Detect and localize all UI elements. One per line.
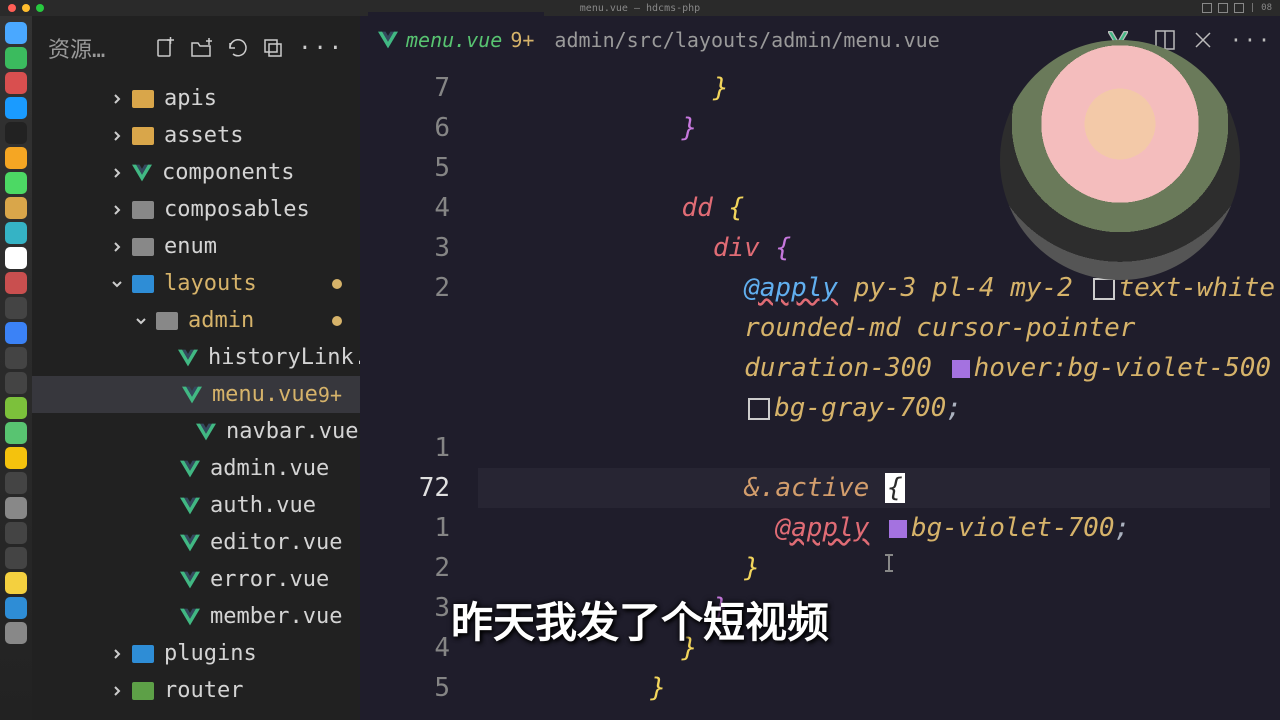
dock-app-icon[interactable] <box>5 397 27 419</box>
dock-app-icon[interactable] <box>5 197 27 219</box>
new-folder-icon[interactable] <box>190 37 212 59</box>
folder-icon <box>132 238 154 256</box>
tree-item-components[interactable]: components <box>32 154 360 191</box>
tree-item-label: router <box>164 678 243 703</box>
tree-item-label: assets <box>164 123 243 148</box>
dock-app-icon[interactable] <box>5 147 27 169</box>
dock-app-icon[interactable] <box>5 347 27 369</box>
chevron-right-icon[interactable] <box>108 90 126 108</box>
dock-app-icon[interactable] <box>5 497 27 519</box>
tree-item-label: components <box>162 160 294 185</box>
more-icon[interactable]: ··· <box>1230 28 1272 52</box>
dock-app-icon[interactable] <box>5 47 27 69</box>
chevron-right-icon[interactable] <box>108 238 126 256</box>
modified-dot <box>332 316 342 326</box>
vue-icon <box>132 164 152 182</box>
tree-item-label: auth.vue <box>210 493 316 518</box>
dock-app-icon[interactable] <box>5 547 27 569</box>
tree-item-label: historyLink.vue <box>208 345 360 370</box>
dock-app-icon[interactable] <box>5 172 27 194</box>
dock-app-icon[interactable] <box>5 122 27 144</box>
dock-app-icon[interactable] <box>5 22 27 44</box>
tree-item-apis[interactable]: apis <box>32 80 360 117</box>
more-icon[interactable]: ··· <box>298 36 344 61</box>
dock-app-icon[interactable] <box>5 447 27 469</box>
tree-item-enum[interactable]: enum <box>32 228 360 265</box>
tree-item-label: composables <box>164 197 310 222</box>
folder-icon <box>132 90 154 108</box>
vue-icon <box>182 386 202 404</box>
tree-item-auth-vue[interactable]: auth.vue <box>32 487 360 524</box>
vue-icon <box>196 423 216 441</box>
tab-modified-badge: 9+ <box>510 28 534 52</box>
tree-item-router[interactable]: router <box>32 672 360 709</box>
tree-item-label: layouts <box>164 271 257 296</box>
tree-item-admin-vue[interactable]: admin.vue <box>32 450 360 487</box>
collapse-icon[interactable] <box>262 37 284 59</box>
dock-app-icon[interactable] <box>5 522 27 544</box>
dock-app-icon[interactable] <box>5 247 27 269</box>
dock-app-icon[interactable] <box>5 72 27 94</box>
video-subtitle: 昨天我发了个短视频 <box>0 589 1280 650</box>
tree-item-editor-vue[interactable]: editor.vue <box>32 524 360 561</box>
webcam-overlay <box>1000 40 1240 280</box>
chevron-down-icon[interactable] <box>132 312 150 330</box>
titlebar-right: | 08 <box>1202 3 1272 13</box>
vue-icon <box>178 349 198 367</box>
folder-icon <box>132 201 154 219</box>
new-file-icon[interactable] <box>154 37 176 59</box>
tree-item-label: enum <box>164 234 217 259</box>
tree-item-historyLink-vue[interactable]: historyLink.vue <box>32 339 360 376</box>
tree-item-admin[interactable]: admin <box>32 302 360 339</box>
window-title: menu.vue — hdcms-php <box>0 3 1280 14</box>
explorer-title: 资源… <box>48 32 105 64</box>
tree-item-label: apis <box>164 86 217 111</box>
tree-item-composables[interactable]: composables <box>32 191 360 228</box>
dock-app-icon[interactable] <box>5 97 27 119</box>
tree-item-layouts[interactable]: layouts <box>32 265 360 302</box>
tab-name: menu.vue <box>406 28 502 52</box>
tree-item-label: admin.vue <box>210 456 329 481</box>
chevron-right-icon[interactable] <box>108 127 126 145</box>
vue-icon <box>180 571 200 589</box>
dock-app-icon[interactable] <box>5 372 27 394</box>
folder-icon <box>132 127 154 145</box>
folder-icon <box>132 275 154 293</box>
folder-icon <box>132 682 154 700</box>
dock-app-icon[interactable] <box>5 297 27 319</box>
tree-item-label: editor.vue <box>210 530 342 555</box>
dock-app-icon[interactable] <box>5 222 27 244</box>
tab-menu-vue[interactable]: menu.vue 9+ <box>368 12 544 68</box>
tree-item-menu-vue[interactable]: menu.vue9+ <box>32 376 360 413</box>
vue-icon <box>180 497 200 515</box>
modified-dot <box>332 279 342 289</box>
tree-item-label: menu.vue <box>212 382 318 407</box>
chevron-down-icon[interactable] <box>108 275 126 293</box>
vue-icon <box>180 460 200 478</box>
tree-item-navbar-vue[interactable]: navbar.vue <box>32 413 360 450</box>
refresh-icon[interactable] <box>226 37 248 59</box>
breadcrumb[interactable]: admin/src/layouts/admin/menu.vue <box>554 28 939 52</box>
tree-item-assets[interactable]: assets <box>32 117 360 154</box>
chevron-right-icon[interactable] <box>108 201 126 219</box>
titlebar: menu.vue — hdcms-php | 08 <box>0 0 1280 16</box>
tree-item-label: admin <box>188 308 254 333</box>
dock-app-icon[interactable] <box>5 272 27 294</box>
dock-app-icon[interactable] <box>5 322 27 344</box>
dock-app-icon[interactable] <box>5 422 27 444</box>
chevron-right-icon[interactable] <box>108 682 126 700</box>
modified-badge: 9+ <box>318 383 342 407</box>
folder-icon <box>156 312 178 330</box>
text-cursor <box>888 554 890 572</box>
explorer-header: 资源… ··· <box>32 16 360 80</box>
tree-item-label: navbar.vue <box>226 419 358 444</box>
close-icon[interactable] <box>1192 29 1214 51</box>
chevron-right-icon[interactable] <box>108 164 126 182</box>
vue-icon <box>378 31 398 49</box>
vue-icon <box>180 534 200 552</box>
dock-app-icon[interactable] <box>5 472 27 494</box>
